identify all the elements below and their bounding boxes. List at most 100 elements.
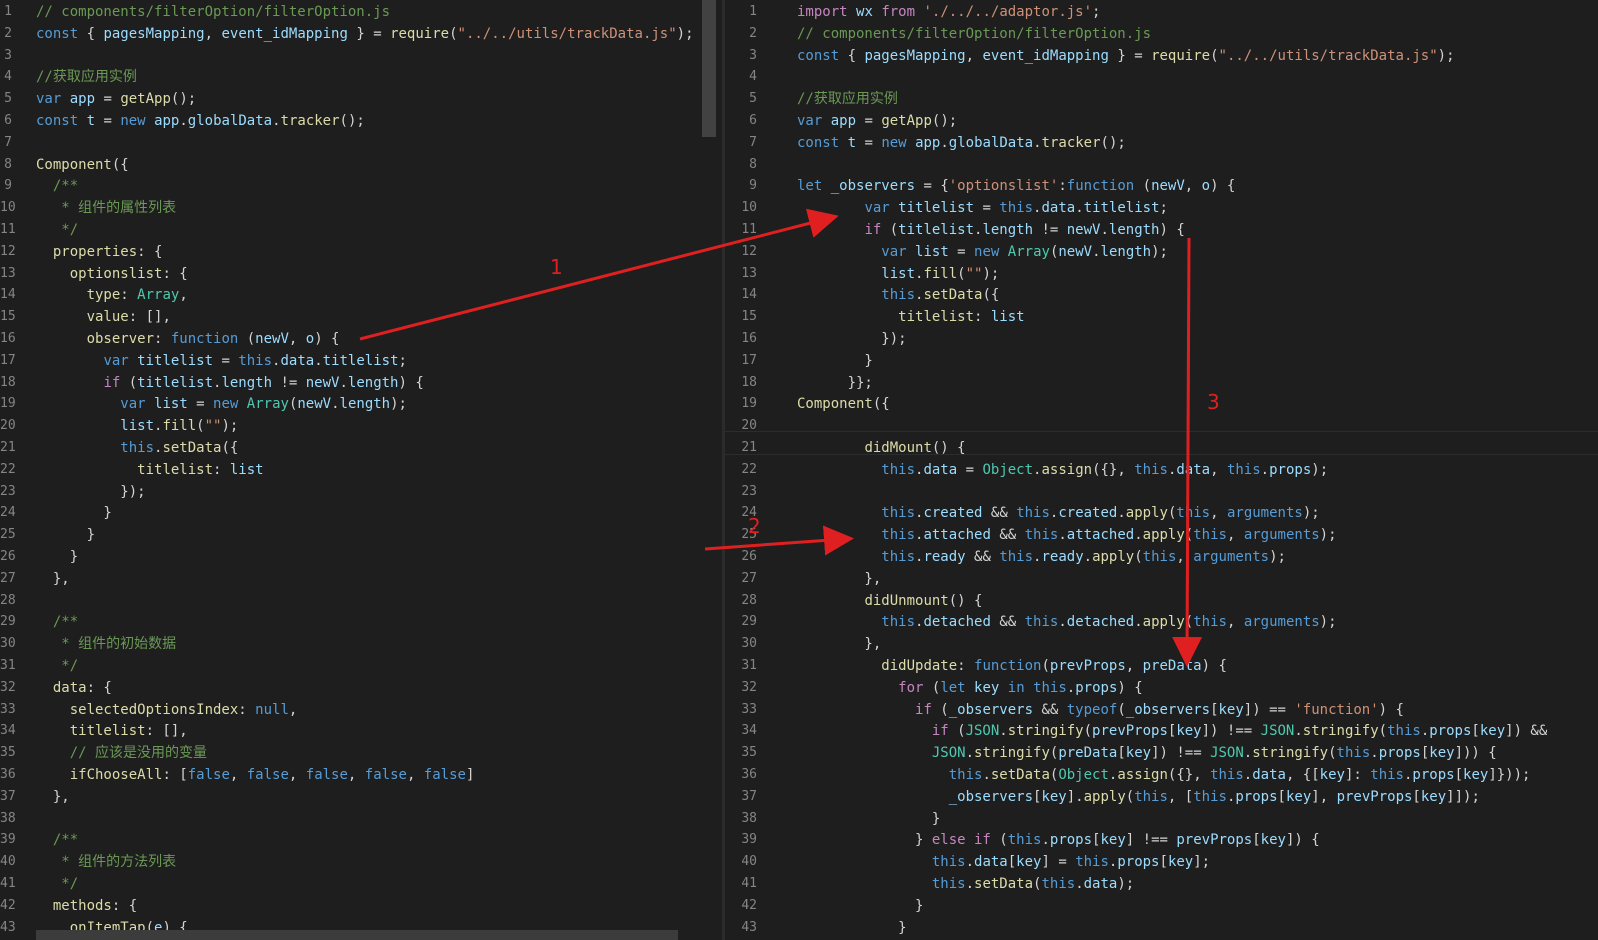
code-line[interactable]: value: [], (36, 306, 171, 328)
left-horizontal-scrollbar[interactable] (36, 930, 678, 940)
code-line[interactable]: this.data = Object.assign({}, this.data,… (797, 459, 1328, 481)
code-line[interactable]: // components/filterOption/filterOption.… (36, 1, 390, 23)
code-line[interactable]: Component({ (36, 154, 129, 176)
code-line[interactable]: if (titlelist.length != newV.length) { (36, 372, 423, 394)
code-line[interactable]: } (36, 546, 78, 568)
code-line[interactable]: let _observers = {'optionslist':function… (797, 175, 1235, 197)
code-line[interactable]: optionslist: { (36, 263, 188, 285)
code-line[interactable]: titlelist: [], (36, 720, 188, 742)
left-code-area[interactable]: // components/filterOption/filterOption.… (36, 0, 696, 940)
code-line[interactable]: const t = new app.globalData.tracker(); (797, 132, 1126, 154)
code-line[interactable]: * 组件的属性列表 (36, 197, 176, 219)
code-line[interactable]: }, (797, 568, 881, 590)
code-line[interactable]: this.setData({ (36, 437, 238, 459)
code-line[interactable]: didUpdate: function(prevProps, preData) … (797, 655, 1227, 677)
code-token: ]; (1193, 854, 1211, 871)
code-line[interactable]: if (JSON.stringify(prevProps[key]) !== J… (797, 720, 1547, 742)
code-line[interactable]: for (let key in this.props) { (797, 677, 1143, 699)
code-line[interactable]: const { pagesMapping, event_idMapping } … (36, 23, 694, 45)
code-line[interactable]: Component({ (797, 393, 890, 415)
code-line[interactable]: titlelist: list (36, 459, 263, 481)
code-line[interactable]: // 应该是没用的变量 (36, 742, 207, 764)
code-line[interactable]: list.fill(""); (797, 263, 999, 285)
code-token: ]) && (1505, 723, 1548, 740)
annotation-label-1: 1 (550, 255, 563, 279)
code-line[interactable]: /** (36, 829, 78, 851)
code-token: // components/filterOption/filterOption.… (797, 25, 1152, 42)
code-line[interactable]: list.fill(""); (36, 415, 238, 437)
code-line[interactable]: const t = new app.globalData.tracker(); (36, 110, 365, 132)
code-line[interactable]: * 组件的初始数据 (36, 633, 176, 655)
code-line[interactable]: if (_observers && typeof(_observers[key]… (797, 699, 1404, 721)
left-editor-pane[interactable]: 1 2 3 4 5 6 7 8 9 10 11 12 13 14 15 16 17 18 19 20 21 22 23 24 2… (0, 0, 722, 940)
code-line[interactable]: ifChooseAll: [false, false, false, false… (36, 764, 475, 786)
code-line[interactable]: data: { (36, 677, 112, 699)
code-line[interactable]: } (797, 895, 923, 917)
code-line[interactable]: }); (36, 481, 145, 503)
code-line[interactable]: _observers[key].apply(this, [this.props[… (797, 786, 1480, 808)
code-line[interactable]: selectedOptionsIndex: null, (36, 699, 298, 721)
code-line[interactable]: //获取应用实例 (36, 66, 137, 88)
left-vertical-scrollbar[interactable] (702, 0, 716, 137)
code-line[interactable]: type: Array, (36, 284, 188, 306)
code-line[interactable]: import wx from './../../adaptor.js'; (797, 1, 1100, 23)
code-line[interactable]: if (titlelist.length != newV.length) { (797, 219, 1184, 241)
code-line[interactable]: }}; (797, 372, 873, 394)
code-line[interactable]: }, (36, 786, 70, 808)
code-line[interactable]: didMount() { (797, 437, 965, 459)
code-line[interactable]: this.attached && this.attached.apply(thi… (797, 524, 1336, 546)
code-line[interactable]: var app = getApp(); (797, 110, 957, 132)
code-line[interactable]: var titlelist = this.data.titlelist; (797, 197, 1168, 219)
code-line[interactable]: this.ready && this.ready.apply(this, arg… (797, 546, 1286, 568)
code-token: ) { (314, 331, 340, 347)
code-line[interactable]: methods: { (36, 895, 137, 917)
line-number: 23 (0, 483, 16, 499)
code-line[interactable]: } (36, 524, 95, 546)
code-line[interactable]: } (36, 502, 111, 524)
code-line[interactable]: JSON.stringify(preData[key]) !== JSON.st… (797, 742, 1497, 764)
code-line[interactable]: var app = getApp(); (36, 88, 196, 110)
code-line[interactable]: this.created && this.created.apply(this,… (797, 502, 1319, 524)
code-line[interactable]: }, (36, 568, 70, 590)
code-line[interactable]: this.detached && this.detached.apply(thi… (797, 611, 1336, 633)
code-line[interactable]: //获取应用实例 (797, 88, 898, 110)
code-line[interactable]: */ (36, 655, 78, 677)
code-line[interactable]: // components/filterOption/filterOption.… (797, 23, 1151, 45)
code-token: app (154, 113, 180, 129)
code-line[interactable]: this.setData(Object.assign({}, this.data… (797, 764, 1531, 786)
code-line[interactable]: var list = new Array(newV.length); (797, 241, 1168, 263)
right-editor-pane[interactable]: 1 2 3 4 5 6 7 8 9 10 11 12 13 14 15 16 17 18 19 20 21 22 23 24 2… (725, 0, 1598, 940)
code-line[interactable]: }, (797, 633, 881, 655)
line-number: 36 (741, 767, 757, 782)
code-line[interactable]: /** (36, 175, 78, 197)
code-line[interactable]: var list = new Array(newV.length); (36, 393, 407, 415)
code-token: . (1134, 527, 1143, 544)
code-token: t (86, 113, 96, 129)
code-line[interactable]: didUnmount() { (797, 590, 982, 612)
code-line[interactable]: } (797, 350, 872, 372)
code-line[interactable]: */ (36, 873, 78, 895)
code-line[interactable]: properties: { (36, 241, 163, 263)
code-line[interactable]: const { pagesMapping, event_idMapping } … (797, 45, 1455, 67)
code-line[interactable]: } else if (this.props[key] !== prevProps… (797, 829, 1320, 851)
code-line[interactable]: */ (36, 219, 78, 241)
code-line[interactable]: } (797, 808, 940, 830)
code-token: newV (305, 374, 340, 391)
code-line[interactable]: * 组件的方法列表 (36, 851, 176, 873)
code-token: props (1075, 679, 1118, 696)
code-line[interactable]: observer: function (newV, o) { (36, 328, 340, 350)
code-line[interactable]: this.setData({ (797, 284, 999, 306)
right-code-area[interactable]: import wx from './../../adaptor.js'; // c… (797, 0, 1597, 940)
line-number: 8 (4, 156, 12, 172)
code-line[interactable]: titlelist: list (797, 306, 1024, 328)
code-line[interactable]: }); (797, 328, 906, 350)
code-line[interactable]: this.setData(this.data); (797, 873, 1134, 895)
code-token: assign (1041, 461, 1093, 478)
code-token: }, (36, 788, 70, 805)
code-line[interactable]: this.data[key] = this.props[key]; (797, 851, 1210, 873)
code-line[interactable]: } (797, 917, 906, 939)
code-line[interactable]: var titlelist = this.data.titlelist; (36, 350, 407, 372)
code-line[interactable]: /** (36, 611, 78, 633)
code-token: false (305, 767, 348, 783)
